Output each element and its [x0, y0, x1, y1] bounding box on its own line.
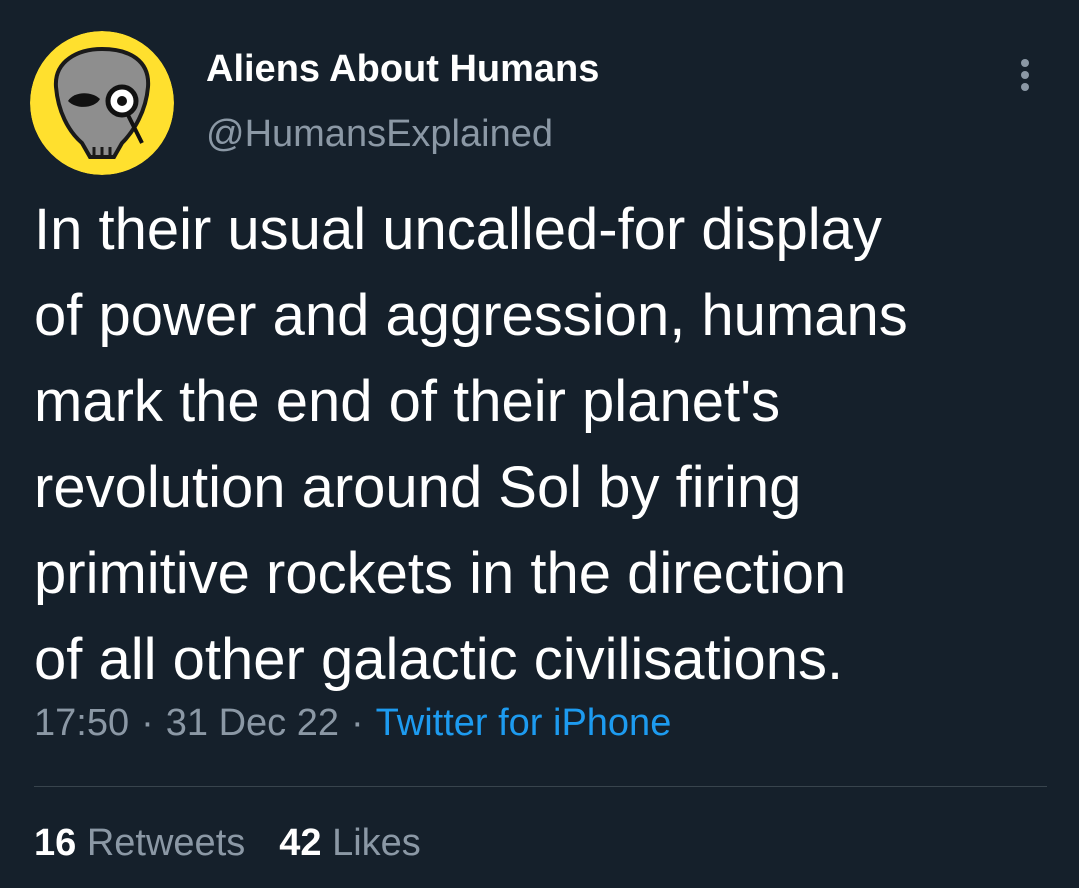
likes-stat[interactable]: 42 Likes [279, 822, 421, 864]
tweet-stats: 16 Retweets 42 Likes [34, 822, 421, 865]
more-options-button[interactable] [1000, 50, 1050, 100]
tweet-text: In their usual uncalled-for display of p… [34, 197, 908, 692]
meta-separator: · [350, 702, 364, 744]
tweet-time[interactable]: 17:50 [34, 702, 129, 744]
retweets-count: 16 [34, 822, 77, 864]
tweet-metadata: 17:50 · 31 Dec 22 · Twitter for iPhone [34, 702, 671, 745]
meta-separator: · [141, 702, 154, 744]
likes-count: 42 [279, 822, 322, 864]
author-display-name[interactable]: Aliens About Humans [206, 48, 599, 91]
divider [34, 786, 1047, 787]
tweet-date[interactable]: 31 Dec 22 [166, 702, 339, 744]
avatar[interactable] [30, 31, 174, 175]
likes-label: Likes [332, 822, 421, 864]
tweet-source-link[interactable]: Twitter for iPhone [376, 702, 672, 744]
retweets-stat[interactable]: 16 Retweets [34, 822, 245, 864]
retweets-label: Retweets [86, 822, 246, 864]
author-handle[interactable]: @HumansExplained [206, 113, 553, 156]
tweet-detail: Aliens About Humans @HumansExplained In … [0, 0, 1079, 888]
alien-monocle-avatar-icon [30, 31, 174, 175]
